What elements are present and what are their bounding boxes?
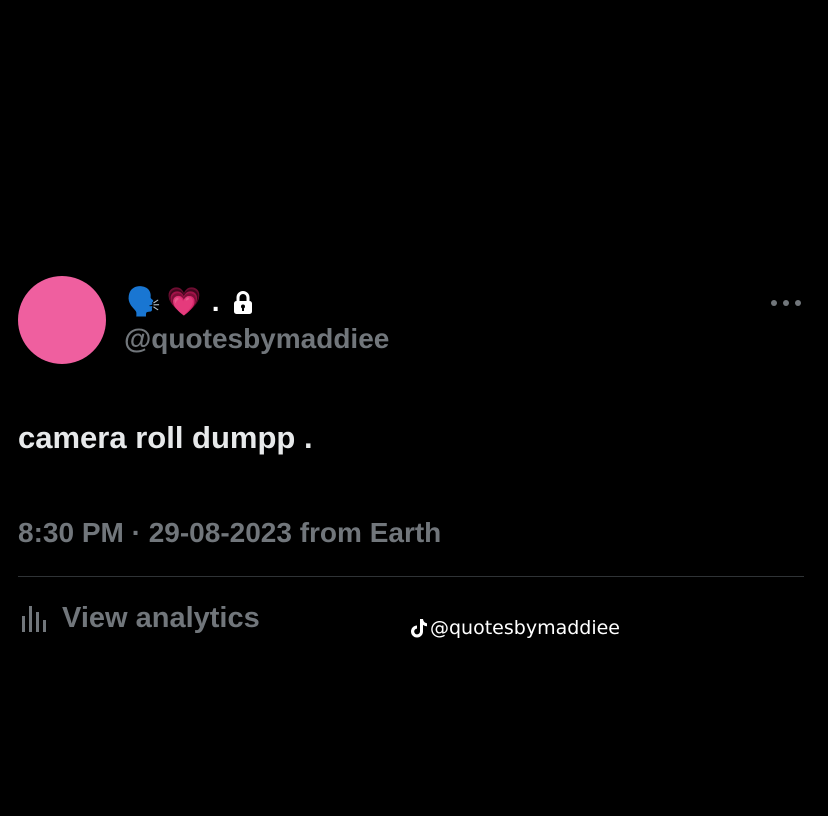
tweet-timestamp[interactable]: 8:30 PM · 29-08-2023 from Earth [18, 514, 441, 552]
avatar[interactable] [18, 276, 106, 364]
analytics-icon [22, 606, 46, 632]
view-analytics-button[interactable]: View analytics [18, 598, 260, 638]
more-icon [771, 300, 801, 306]
tweet-text: camera roll dumpp . [18, 420, 313, 455]
tiktok-icon [411, 619, 427, 638]
tweet-detail: 🗣️ 💗 . @quotesbymaddiee camera roll dump… [0, 0, 828, 816]
divider [18, 576, 804, 577]
view-analytics-label: View analytics [62, 602, 260, 634]
more-options-button[interactable] [766, 290, 806, 316]
pink-heart-emoji: 💗 [166, 286, 202, 317]
lock-icon [232, 289, 254, 315]
tiktok-watermark: @quotesbymaddiee [410, 616, 620, 640]
speaking-head-emoji: 🗣️ [126, 286, 161, 317]
name-separator: . [211, 286, 220, 317]
display-name[interactable]: 🗣️ 💗 . [126, 284, 254, 320]
watermark-handle: @quotesbymaddiee [430, 617, 620, 639]
user-handle[interactable]: @quotesbymaddiee [124, 322, 389, 356]
